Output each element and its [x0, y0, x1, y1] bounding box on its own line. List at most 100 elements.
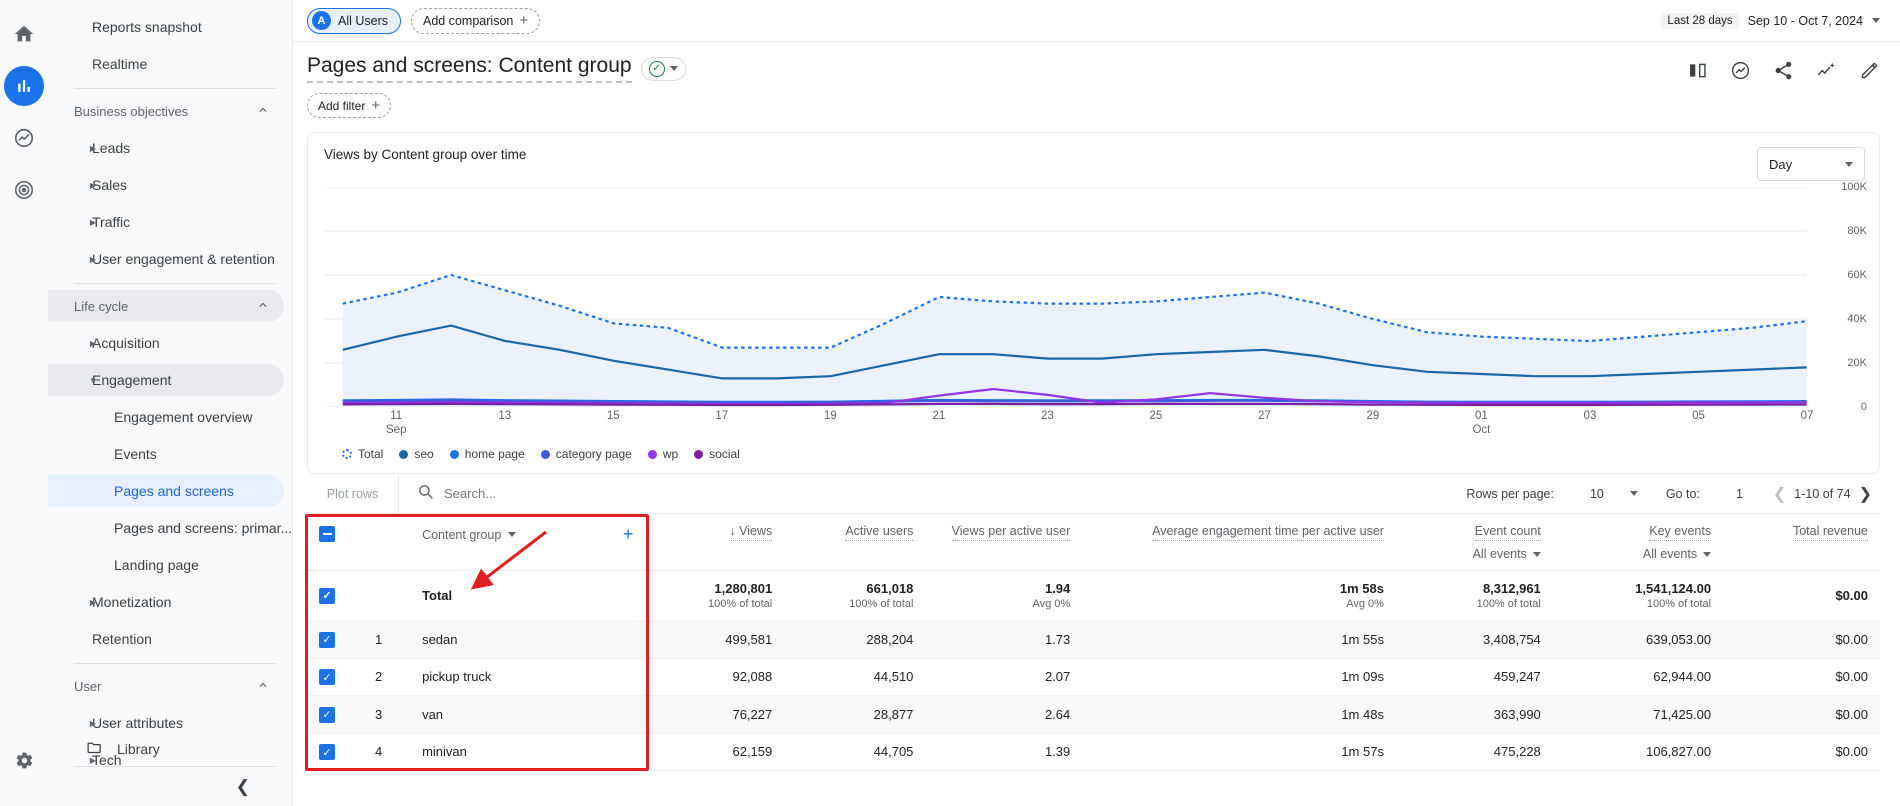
search-input[interactable] — [444, 486, 704, 501]
legend-item[interactable]: Total — [342, 447, 383, 461]
chevron-right-icon: ▶ — [88, 338, 98, 348]
sidebar-section-life-cycle[interactable]: Life cycle — [48, 290, 284, 322]
row-checkbox[interactable]: ✓ — [319, 632, 335, 648]
row-cell: 1m 48s — [1082, 696, 1396, 734]
row-checkbox[interactable]: ✓ — [319, 744, 335, 760]
row-dimension-name[interactable]: pickup truck — [410, 658, 645, 696]
sidebar-item-reports-snapshot[interactable]: Reports snapshot — [48, 11, 284, 43]
key-events-filter-select[interactable]: All events — [1565, 547, 1711, 561]
sidebar-item-label: Events — [114, 446, 157, 462]
plot-rows-button[interactable]: Plot rows — [307, 474, 399, 514]
explore-icon[interactable] — [4, 118, 44, 158]
sidebar-section-business-objectives[interactable]: Business objectives — [48, 95, 284, 127]
add-filter-button[interactable]: Add filter + — [307, 93, 391, 118]
legend-item[interactable]: wp — [648, 447, 678, 461]
row-checkbox[interactable]: ✓ — [319, 707, 335, 723]
x-axis-labels: 11Sep13151719212325272901Oct030507 — [342, 409, 1807, 443]
row-cell: 92,088 — [645, 658, 784, 696]
sidebar-item-label: Engagement — [92, 372, 171, 388]
row-cell: 62,944.00 — [1553, 658, 1723, 696]
row-checkbox[interactable]: ✓ — [319, 588, 335, 604]
sidebar-footer: Library ❮ — [48, 732, 292, 806]
sidebar-section-user[interactable]: User — [48, 670, 284, 702]
row-cell: 363,990 — [1396, 696, 1553, 734]
edit-icon[interactable] — [1859, 60, 1880, 81]
column-header-total-revenue[interactable]: Total revenue — [1723, 514, 1880, 571]
row-cell: 28,877 — [784, 696, 925, 734]
legend-color-swatch — [694, 450, 703, 459]
sidebar-item-pages-and-screens[interactable]: Pages and screens — [48, 475, 284, 507]
row-checkbox[interactable]: ✓ — [319, 669, 335, 685]
gear-icon[interactable] — [4, 740, 44, 780]
insights-icon[interactable] — [1730, 60, 1751, 81]
column-header-views-per-active-user[interactable]: Views per active user — [925, 514, 1082, 571]
page-range-label: 1-10 of 74 — [1794, 487, 1850, 501]
table-row[interactable]: ✓ 3 van76,22728,8772.641m 48s363,99071,4… — [307, 696, 1880, 734]
next-page-button[interactable]: ❯ — [1851, 484, 1880, 504]
previous-page-button[interactable]: ❮ — [1765, 484, 1794, 504]
reports-icon[interactable] — [4, 66, 44, 106]
home-icon[interactable] — [4, 14, 44, 54]
legend-item[interactable]: home page — [450, 447, 525, 461]
row-cell: 2.64 — [925, 696, 1082, 734]
sidebar-item-realtime[interactable]: Realtime — [48, 48, 284, 80]
granularity-select[interactable]: Day — [1757, 147, 1865, 181]
report-title-block: Pages and screens: Content group ✓ Add f… — [307, 54, 686, 118]
sidebar-item-engagement-overview[interactable]: Engagement overview — [48, 401, 284, 433]
column-header-active-users[interactable]: Active users — [784, 514, 925, 571]
row-dimension-name[interactable]: van — [410, 696, 645, 734]
sidebar-item-retention[interactable]: Retention — [48, 623, 284, 655]
row-dimension-name[interactable]: sedan — [410, 621, 645, 659]
x-axis-tick: 01Oct — [1472, 409, 1490, 437]
y-axis-tick: 0 — [1861, 401, 1867, 413]
chevron-up-icon — [256, 678, 270, 695]
sidebar-item-traffic[interactable]: ▶ Traffic — [48, 206, 284, 238]
goto-page[interactable]: Go to: 1 — [1666, 487, 1743, 501]
sidebar-item-monetization[interactable]: ▶ Monetization — [48, 586, 284, 618]
column-header-avg-engagement-time[interactable]: Average engagement time per active user — [1082, 514, 1396, 571]
column-header-event-count[interactable]: Event count All events — [1396, 514, 1553, 571]
add-dimension-button[interactable]: + — [623, 524, 634, 545]
sidebar-item-leads[interactable]: ▶ Leads — [48, 132, 284, 164]
event-count-filter-select[interactable]: All events — [1408, 547, 1541, 561]
table-row[interactable]: ✓ 4 minivan62,15944,7051.391m 57s475,228… — [307, 733, 1880, 771]
legend-color-swatch — [648, 450, 657, 459]
table-row[interactable]: ✓ 1 sedan499,581288,2041.731m 55s3,408,7… — [307, 621, 1880, 659]
legend-item[interactable]: category page — [541, 447, 632, 461]
row-checkbox-cell: ✓ — [307, 733, 363, 771]
column-header-key-events[interactable]: Key events All events — [1553, 514, 1723, 571]
sidebar-item-library[interactable]: Library — [48, 732, 292, 766]
column-header-label: Total revenue — [1793, 524, 1868, 541]
sidebar-item-engagement[interactable]: ▼ Engagement — [48, 364, 284, 396]
compare-icon[interactable] — [1687, 60, 1708, 81]
sidebar-item-user-engagement-retention[interactable]: ▶ User engagement & retention — [48, 243, 284, 275]
sidebar-item-pages-and-screens-primary[interactable]: Pages and screens: primar... — [48, 512, 284, 544]
advertising-icon[interactable] — [4, 170, 44, 210]
add-comparison-button[interactable]: Add comparison + — [411, 8, 540, 34]
date-range-picker[interactable]: Last 28 days Sep 10 - Oct 7, 2024 — [1661, 13, 1880, 29]
sidebar-item-landing-page[interactable]: Landing page — [48, 549, 284, 581]
status-badge[interactable]: ✓ — [641, 57, 686, 81]
select-all-checkbox[interactable] — [319, 526, 335, 542]
table-row[interactable]: ✓ 2 pickup truck92,08844,5102.071m 09s45… — [307, 658, 1880, 696]
share-icon[interactable] — [1773, 60, 1794, 81]
ask-analytics-icon[interactable] — [1816, 60, 1837, 81]
row-cell: 71,425.00 — [1553, 696, 1723, 734]
chevron-right-icon: ▶ — [88, 718, 98, 728]
sidebar-item-acquisition[interactable]: ▶ Acquisition — [48, 327, 284, 359]
column-header-views[interactable]: ↓ Views — [645, 514, 784, 571]
all-users-chip[interactable]: A All Users — [307, 8, 401, 34]
legend-item[interactable]: seo — [399, 447, 433, 461]
total-cell: 1,280,801100% of total — [645, 571, 784, 621]
sidebar-item-events[interactable]: Events — [48, 438, 284, 470]
row-dimension-name[interactable]: minivan — [410, 733, 645, 771]
x-axis-tick: 05 — [1692, 409, 1705, 423]
select-all-cell — [307, 514, 363, 571]
rows-per-page-select[interactable]: Rows per page: 10 — [1466, 487, 1637, 501]
date-preset-badge: Last 28 days — [1661, 13, 1738, 29]
sidebar-item-sales[interactable]: ▶ Sales — [48, 169, 284, 201]
dimension-select[interactable]: Content group — [422, 528, 516, 542]
legend-item[interactable]: social — [694, 447, 740, 461]
chevron-left-icon[interactable]: ❮ — [236, 777, 250, 797]
total-cell: 1.94Avg 0% — [925, 571, 1082, 621]
